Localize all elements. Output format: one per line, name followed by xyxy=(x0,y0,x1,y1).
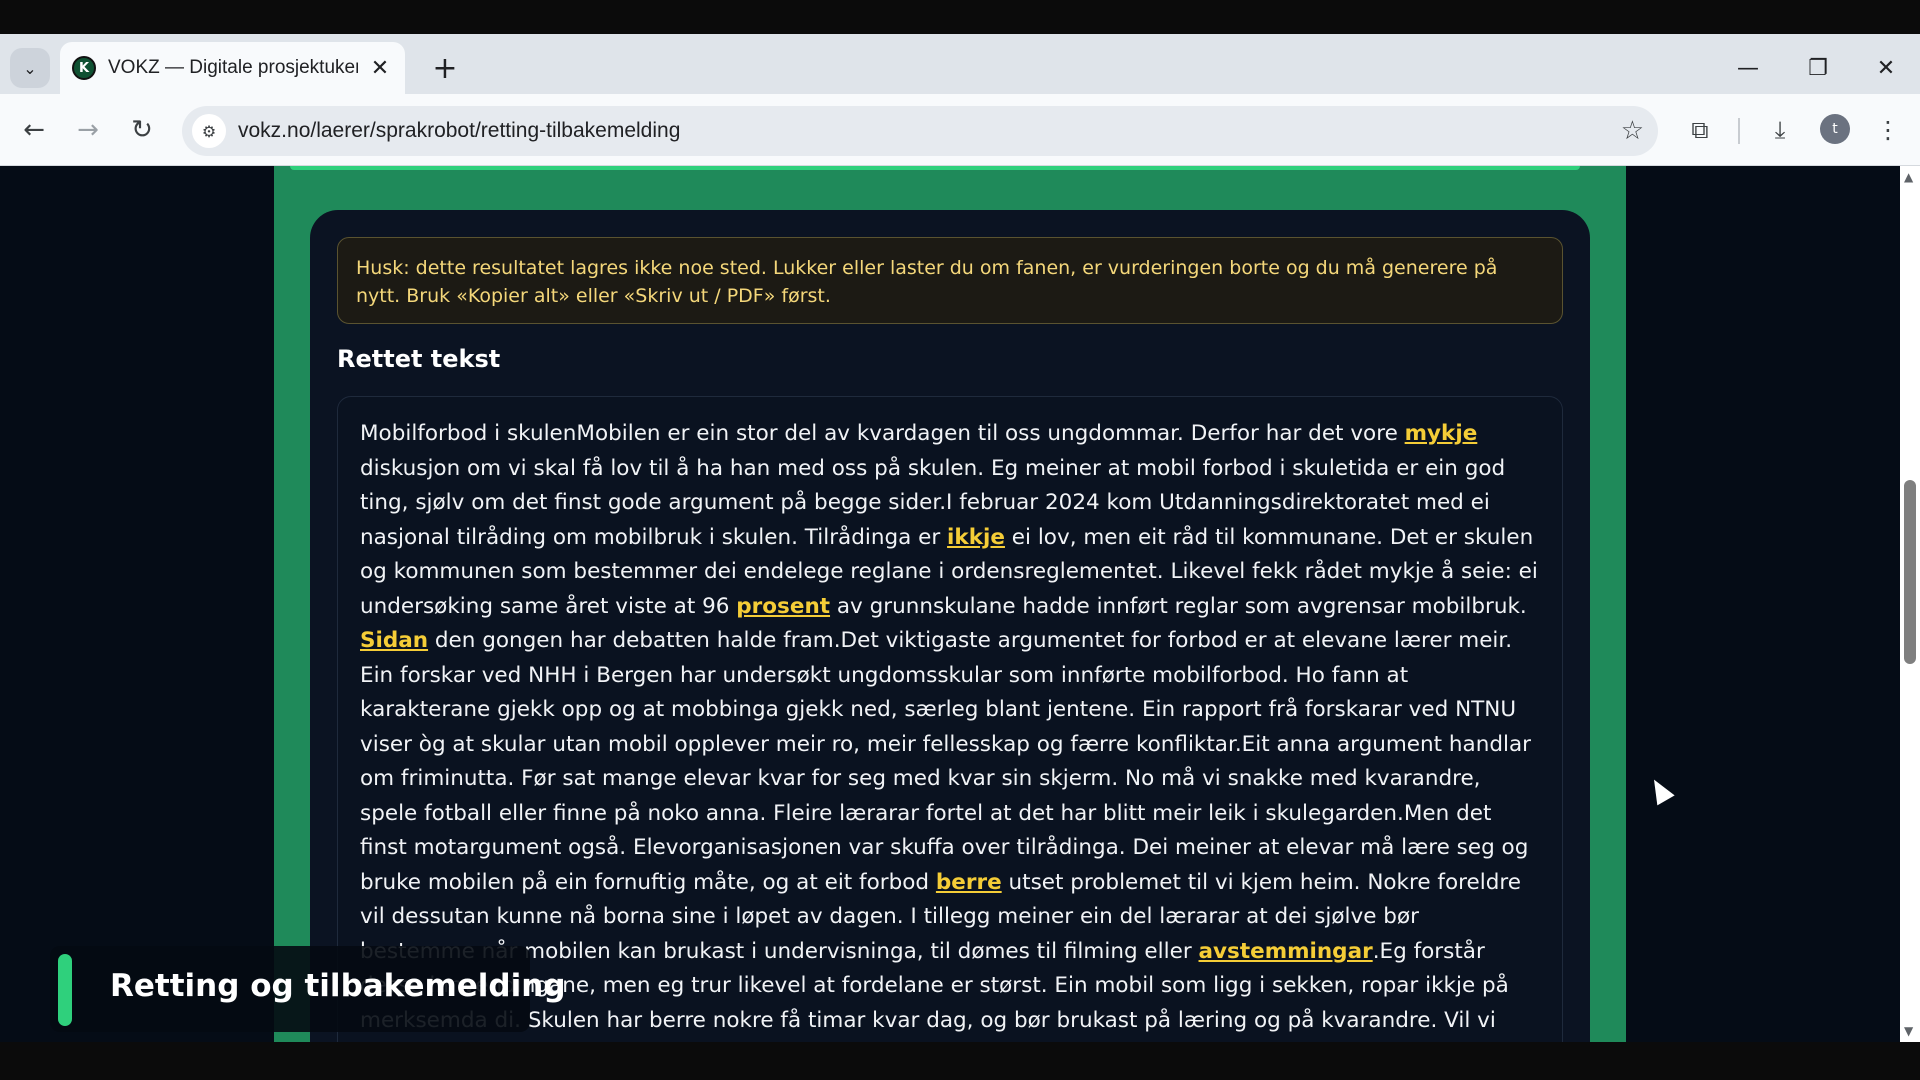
os-top-bar xyxy=(0,0,1920,34)
result-card: Husk: dette resultatet lagres ikke noe s… xyxy=(310,210,1590,1042)
toast-title: Retting og tilbakemelding xyxy=(110,968,566,1004)
scrollbar-thumb[interactable] xyxy=(1904,480,1916,664)
corrected-text: Mobilforbod i skulenMobilen er ein stor … xyxy=(360,417,1540,1042)
corrected-word[interactable]: avstemmingar xyxy=(1199,939,1373,964)
active-tab[interactable]: K VOKZ — Digitale prosjektuker o ✕ xyxy=(60,42,405,94)
restore-icon: ❐ xyxy=(1808,55,1828,81)
puzzle-icon[interactable]: ⧉ xyxy=(1680,110,1720,150)
tune-icon[interactable]: ⚙ xyxy=(192,114,226,148)
star-icon[interactable]: ☆ xyxy=(1621,116,1644,146)
toast-banner: Retting og tilbakemelding xyxy=(50,946,566,1032)
toolbar-divider xyxy=(1738,118,1740,144)
back-arrow-icon: ← xyxy=(23,115,45,145)
minimize-icon: — xyxy=(1737,55,1759,81)
page-viewport: Husk: dette resultatet lagres ikke noe s… xyxy=(0,166,1900,1042)
toast-accent-bar xyxy=(58,954,72,1026)
back-button[interactable]: ← xyxy=(14,110,54,150)
save-warning-notice: Husk: dette resultatet lagres ikke noe s… xyxy=(337,237,1563,324)
text-segment: av grunnskulane hadde innført reglar som… xyxy=(830,593,1527,619)
tab-list-button[interactable]: ⌄ xyxy=(10,48,50,88)
address-bar[interactable]: ⚙ vokz.no/laerer/sprakrobot/retting-tilb… xyxy=(182,106,1658,156)
reload-icon: ↻ xyxy=(131,115,153,145)
scroll-down-icon[interactable]: ▼ xyxy=(1904,1024,1913,1038)
text-segment: den gongen har debatten halde fram.Det v… xyxy=(360,628,1531,895)
kebab-menu-icon[interactable]: ⋮ xyxy=(1868,110,1908,150)
mouse-cursor-icon xyxy=(1645,774,1675,806)
url-text[interactable]: vokz.no/laerer/sprakrobot/retting-tilbak… xyxy=(238,119,680,143)
corrected-word[interactable]: prosent xyxy=(736,594,830,619)
reload-button[interactable]: ↻ xyxy=(122,110,162,150)
close-window-button[interactable]: ✕ xyxy=(1864,48,1908,88)
tab-title: VOKZ — Digitale prosjektuker o xyxy=(108,57,358,78)
corrected-word[interactable]: ikkje xyxy=(947,525,1005,550)
green-accent-line xyxy=(290,166,1580,170)
scroll-up-icon[interactable]: ▲ xyxy=(1904,170,1913,184)
forward-arrow-icon: → xyxy=(77,115,99,145)
close-icon[interactable]: ✕ xyxy=(367,56,393,81)
corrected-word[interactable]: berre xyxy=(936,870,1002,895)
text-segment: Mobilforbod i skulenMobilen er ein stor … xyxy=(360,421,1405,446)
download-icon[interactable]: ⤓ xyxy=(1760,110,1800,150)
close-icon: ✕ xyxy=(1876,55,1896,81)
corrected-word[interactable]: Sidan xyxy=(360,628,428,653)
browser-toolbar: ← → ↻ ⚙ vokz.no/laerer/sprakrobot/rettin… xyxy=(0,94,1920,166)
favicon-icon: K xyxy=(72,56,96,80)
minimize-button[interactable]: — xyxy=(1726,48,1770,88)
plus-icon: + xyxy=(432,50,458,86)
new-tab-button[interactable]: + xyxy=(425,48,465,88)
page-scrollbar[interactable]: ▲ ▼ xyxy=(1900,166,1920,1042)
os-bottom-bar xyxy=(0,1042,1920,1080)
section-title: Rettet tekst xyxy=(337,345,501,373)
restore-button[interactable]: ❐ xyxy=(1796,48,1840,88)
corrected-word[interactable]: mykje xyxy=(1405,421,1478,446)
tab-strip: ⌄ K VOKZ — Digitale prosjektuker o ✕ + —… xyxy=(0,34,1920,94)
avatar[interactable]: t xyxy=(1820,114,1850,144)
forward-button[interactable]: → xyxy=(68,110,108,150)
chevron-down-icon: ⌄ xyxy=(23,58,37,78)
